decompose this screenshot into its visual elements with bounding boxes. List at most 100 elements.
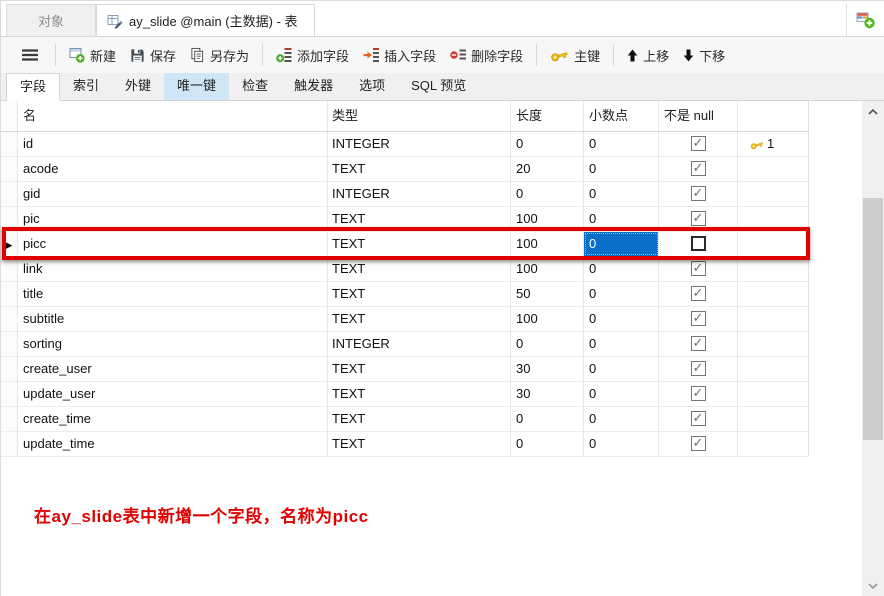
table-row[interactable]: pic TEXT 100 0 [1,207,809,232]
not-null-checkbox[interactable] [691,436,706,451]
subtab-2[interactable]: 外键 [112,73,164,100]
not-null-checkbox[interactable] [691,186,706,201]
not-null-checkbox[interactable] [691,361,706,376]
header-not-null[interactable]: 不是 null [659,101,738,131]
table-row[interactable]: link TEXT 100 0 [1,257,809,282]
cell-field-length[interactable]: 0 [511,432,584,456]
table-row[interactable]: subtitle TEXT 100 0 [1,307,809,332]
subtab-3[interactable]: 唯一键 [164,73,229,100]
save-button[interactable]: 保存 [123,42,183,69]
table-row[interactable]: create_time TEXT 0 0 [1,407,809,432]
cell-field-type[interactable]: TEXT [328,432,511,456]
insert-field-button[interactable]: 插入字段 [356,42,443,69]
scroll-up-arrow[interactable] [862,103,884,120]
vertical-scrollbar[interactable] [862,101,884,596]
cell-field-type[interactable]: TEXT [328,232,511,256]
cell-not-null[interactable] [659,157,738,181]
cell-field-name[interactable]: sorting [18,332,328,356]
row-selector[interactable] [1,432,18,456]
menu-button[interactable] [11,45,49,65]
save-as-button[interactable]: 另存为 [183,42,256,69]
table-row[interactable]: ▶ picc TEXT 100 0 [1,232,809,257]
not-null-checkbox[interactable] [691,261,706,276]
cell-field-decimal[interactable]: 0 [584,407,659,431]
cell-field-type[interactable]: TEXT [328,282,511,306]
cell-field-type[interactable]: INTEGER [328,332,511,356]
add-field-button[interactable]: 添加字段 [269,42,356,69]
cell-field-type[interactable]: TEXT [328,207,511,231]
header-decimal[interactable]: 小数点 [584,101,659,131]
move-up-button[interactable]: 上移 [620,42,676,69]
cell-field-name[interactable]: acode [18,157,328,181]
cell-field-length[interactable]: 0 [511,132,584,156]
cell-not-null[interactable] [659,207,738,231]
cell-field-name[interactable]: gid [18,182,328,206]
cell-field-decimal[interactable]: 0 [584,382,659,406]
cell-field-decimal[interactable]: 0 [584,282,659,306]
new-button[interactable]: 新建 [62,42,123,69]
table-row[interactable]: title TEXT 50 0 [1,282,809,307]
not-null-checkbox[interactable] [691,136,706,151]
cell-field-length[interactable]: 30 [511,382,584,406]
cell-field-length[interactable]: 0 [511,407,584,431]
cell-field-decimal[interactable]: 0 [584,157,659,181]
cell-field-decimal[interactable]: 0 [584,332,659,356]
cell-field-name[interactable]: update_time [18,432,328,456]
subtab-sql-preview[interactable]: SQL 预览 [398,73,479,100]
cell-field-name[interactable]: subtitle [18,307,328,331]
delete-field-button[interactable]: 删除字段 [443,42,530,69]
cell-field-type[interactable]: TEXT [328,382,511,406]
row-selector[interactable] [1,157,18,181]
row-selector[interactable] [1,382,18,406]
table-row[interactable]: create_user TEXT 30 0 [1,357,809,382]
cell-field-length[interactable]: 20 [511,157,584,181]
cell-field-decimal[interactable]: 0 [584,357,659,381]
cell-field-name[interactable]: id [18,132,328,156]
cell-field-decimal[interactable]: 0 [584,207,659,231]
cell-field-length[interactable]: 0 [511,182,584,206]
header-type[interactable]: 类型 [328,101,511,131]
cell-not-null[interactable] [659,307,738,331]
table-row[interactable]: id INTEGER 0 0 1 [1,132,809,157]
cell-field-decimal[interactable]: 0 [584,307,659,331]
cell-field-name[interactable]: link [18,257,328,281]
row-selector[interactable] [1,307,18,331]
subtab-5[interactable]: 触发器 [281,73,346,100]
cell-field-length[interactable]: 50 [511,282,584,306]
cell-field-decimal[interactable]: 0 [584,182,659,206]
not-null-checkbox[interactable] [691,211,706,226]
row-selector[interactable] [1,332,18,356]
cell-not-null[interactable] [659,182,738,206]
table-row[interactable]: update_time TEXT 0 0 [1,432,809,457]
cell-field-type[interactable]: TEXT [328,157,511,181]
row-selector[interactable] [1,182,18,206]
primary-key-button[interactable]: 主键 [543,42,607,69]
subtab-0[interactable]: 字段 [6,73,60,101]
tab-table-designer[interactable]: ay_slide @main (主数据) - 表 [96,4,315,36]
cell-not-null[interactable] [659,382,738,406]
not-null-checkbox[interactable] [691,386,706,401]
new-tab-button[interactable] [846,4,884,36]
table-row[interactable]: sorting INTEGER 0 0 [1,332,809,357]
move-down-button[interactable]: 下移 [676,42,732,69]
cell-field-decimal[interactable]: 0 [584,232,659,256]
cell-field-name[interactable]: create_user [18,357,328,381]
cell-field-type[interactable]: INTEGER [328,182,511,206]
cell-field-length[interactable]: 100 [511,232,584,256]
row-selector[interactable] [1,132,18,156]
cell-field-name[interactable]: pic [18,207,328,231]
not-null-checkbox[interactable] [691,286,706,301]
not-null-checkbox[interactable] [691,336,706,351]
scroll-down-arrow[interactable] [862,577,884,594]
cell-field-type[interactable]: TEXT [328,407,511,431]
row-selector[interactable] [1,282,18,306]
cell-field-length[interactable]: 100 [511,207,584,231]
cell-field-decimal[interactable]: 0 [584,257,659,281]
row-selector[interactable]: ▶ [1,232,18,256]
cell-field-type[interactable]: TEXT [328,357,511,381]
cell-not-null[interactable] [659,282,738,306]
subtab-4[interactable]: 检查 [229,73,281,100]
header-name[interactable]: 名 [18,101,328,131]
cell-field-length[interactable]: 100 [511,307,584,331]
cell-field-decimal[interactable]: 0 [584,432,659,456]
